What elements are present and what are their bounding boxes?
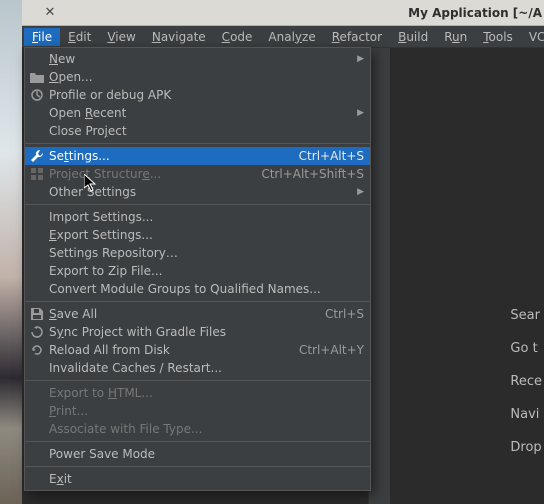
- menu-item-label: Profile or debug APK: [49, 88, 364, 102]
- menu-separator: [25, 143, 370, 144]
- reload-icon: [25, 344, 49, 356]
- menu-item-label: Export Settings...: [49, 228, 364, 242]
- menu-item-settings[interactable]: Settings... Ctrl+Alt+S: [25, 147, 370, 165]
- menu-item-open[interactable]: Open...: [25, 68, 370, 86]
- welcome-links: Sear Go t Rece Navi Drop: [510, 308, 542, 473]
- window-title: My Application [~/A: [408, 6, 542, 20]
- menu-item-save-all[interactable]: Save All Ctrl+S: [25, 305, 370, 323]
- menu-item-label: Open...: [49, 70, 364, 84]
- menu-item-label: Settings Repository…: [49, 246, 364, 260]
- menubar: FileEditViewNavigateCodeAnalyzeRefactorB…: [22, 26, 544, 48]
- save-icon: [25, 308, 49, 320]
- menu-item-shortcut: Ctrl+Alt+S: [299, 149, 364, 163]
- menu-item-export-settings[interactable]: Export Settings...: [25, 226, 370, 244]
- submenu-arrow-icon: ▶: [357, 108, 364, 118]
- menu-item-label: Save All: [49, 307, 315, 321]
- menu-item-label: Export to Zip File...: [49, 264, 364, 278]
- menu-separator: [25, 301, 370, 302]
- menu-item-profile-or-debug-apk[interactable]: Profile or debug APK: [25, 86, 370, 104]
- window-close-button[interactable]: ✕: [40, 3, 60, 23]
- menu-item-label: Power Save Mode: [49, 447, 364, 461]
- desktop-wallpaper: [0, 0, 22, 504]
- menu-item-label: Invalidate Caches / Restart...: [49, 361, 364, 375]
- menu-item-settings-repository[interactable]: Settings Repository…: [25, 244, 370, 262]
- welcome-link[interactable]: Sear: [510, 308, 542, 323]
- menu-item-label: Sync Project with Gradle Files: [49, 325, 364, 339]
- menu-item-power-save-mode[interactable]: Power Save Mode: [25, 445, 370, 463]
- submenu-arrow-icon: ▶: [357, 187, 364, 197]
- folder-icon: [25, 72, 49, 83]
- sync-icon: [25, 326, 49, 338]
- menu-item-label: Convert Module Groups to Qualified Names…: [49, 282, 364, 296]
- menu-separator: [25, 204, 370, 205]
- menu-item-invalidate-caches-restart[interactable]: Invalidate Caches / Restart...: [25, 359, 370, 377]
- menu-navigate[interactable]: Navigate: [144, 28, 214, 46]
- menu-item-label: Associate with File Type...: [49, 422, 364, 436]
- menu-item-label: Print...: [49, 404, 364, 418]
- menu-item-import-settings[interactable]: Import Settings...: [25, 208, 370, 226]
- menu-item-print: Print...: [25, 402, 370, 420]
- profile-icon: [25, 89, 49, 101]
- title-bar: ✕ My Application [~/A: [22, 0, 544, 26]
- menu-analyze[interactable]: Analyze: [260, 28, 323, 46]
- menu-item-label: New: [49, 52, 347, 66]
- welcome-link[interactable]: Rece: [510, 374, 542, 389]
- menu-vcs[interactable]: VCS: [521, 28, 544, 46]
- close-icon: ✕: [45, 6, 56, 19]
- menu-tools[interactable]: Tools: [475, 28, 521, 46]
- menu-item-label: Export to HTML...: [49, 386, 364, 400]
- menu-item-export-to-zip-file[interactable]: Export to Zip File...: [25, 262, 370, 280]
- menu-item-shortcut: Ctrl+S: [325, 307, 364, 321]
- menu-item-reload-all-from-disk[interactable]: Reload All from Disk Ctrl+Alt+Y: [25, 341, 370, 359]
- submenu-arrow-icon: ▶: [357, 54, 364, 64]
- menu-item-label: Project Structure...: [49, 167, 251, 181]
- menu-item-exit[interactable]: Exit: [25, 470, 370, 488]
- menu-item-convert-module-groups-to-qualified-names[interactable]: Convert Module Groups to Qualified Names…: [25, 280, 370, 298]
- menu-separator: [25, 466, 370, 467]
- menu-item-label: Other Settings: [49, 185, 347, 199]
- menu-item-other-settings[interactable]: Other Settings ▶: [25, 183, 370, 201]
- menu-code[interactable]: Code: [214, 28, 261, 46]
- menu-separator: [25, 380, 370, 381]
- menu-view[interactable]: View: [99, 28, 143, 46]
- menu-build[interactable]: Build: [390, 28, 436, 46]
- menu-item-close-project[interactable]: Close Project: [25, 122, 370, 140]
- menu-item-label: Close Project: [49, 124, 364, 138]
- menu-item-export-to-html: Export to HTML...: [25, 384, 370, 402]
- menu-item-shortcut: Ctrl+Alt+Shift+S: [261, 167, 364, 181]
- menu-item-label: Reload All from Disk: [49, 343, 289, 357]
- menu-item-sync-project-with-gradle-files[interactable]: Sync Project with Gradle Files: [25, 323, 370, 341]
- menu-item-label: Open Recent: [49, 106, 347, 120]
- menu-file[interactable]: File: [24, 28, 60, 46]
- menu-item-label: Settings...: [49, 149, 289, 163]
- file-menu-dropdown: New ▶ Open... Profile or debug APK Open Rece…: [24, 47, 371, 491]
- menu-item-new[interactable]: New ▶: [25, 50, 370, 68]
- menu-edit[interactable]: Edit: [60, 28, 99, 46]
- structure-icon: [25, 168, 49, 180]
- menu-item-associate-with-file-type: Associate with File Type...: [25, 420, 370, 438]
- menu-item-project-structure: Project Structure... Ctrl+Alt+Shift+S: [25, 165, 370, 183]
- wrench-icon: [25, 150, 49, 163]
- menu-refactor[interactable]: Refactor: [324, 28, 390, 46]
- menu-separator: [25, 441, 370, 442]
- menu-run[interactable]: Run: [436, 28, 475, 46]
- menu-item-open-recent[interactable]: Open Recent ▶: [25, 104, 370, 122]
- welcome-link[interactable]: Go t: [510, 341, 542, 356]
- tool-window-stripe: [368, 48, 390, 504]
- menu-item-shortcut: Ctrl+Alt+Y: [299, 343, 364, 357]
- welcome-link[interactable]: Drop: [510, 440, 542, 455]
- welcome-link[interactable]: Navi: [510, 407, 542, 422]
- menu-item-label: Import Settings...: [49, 210, 364, 224]
- menu-item-label: Exit: [49, 472, 364, 486]
